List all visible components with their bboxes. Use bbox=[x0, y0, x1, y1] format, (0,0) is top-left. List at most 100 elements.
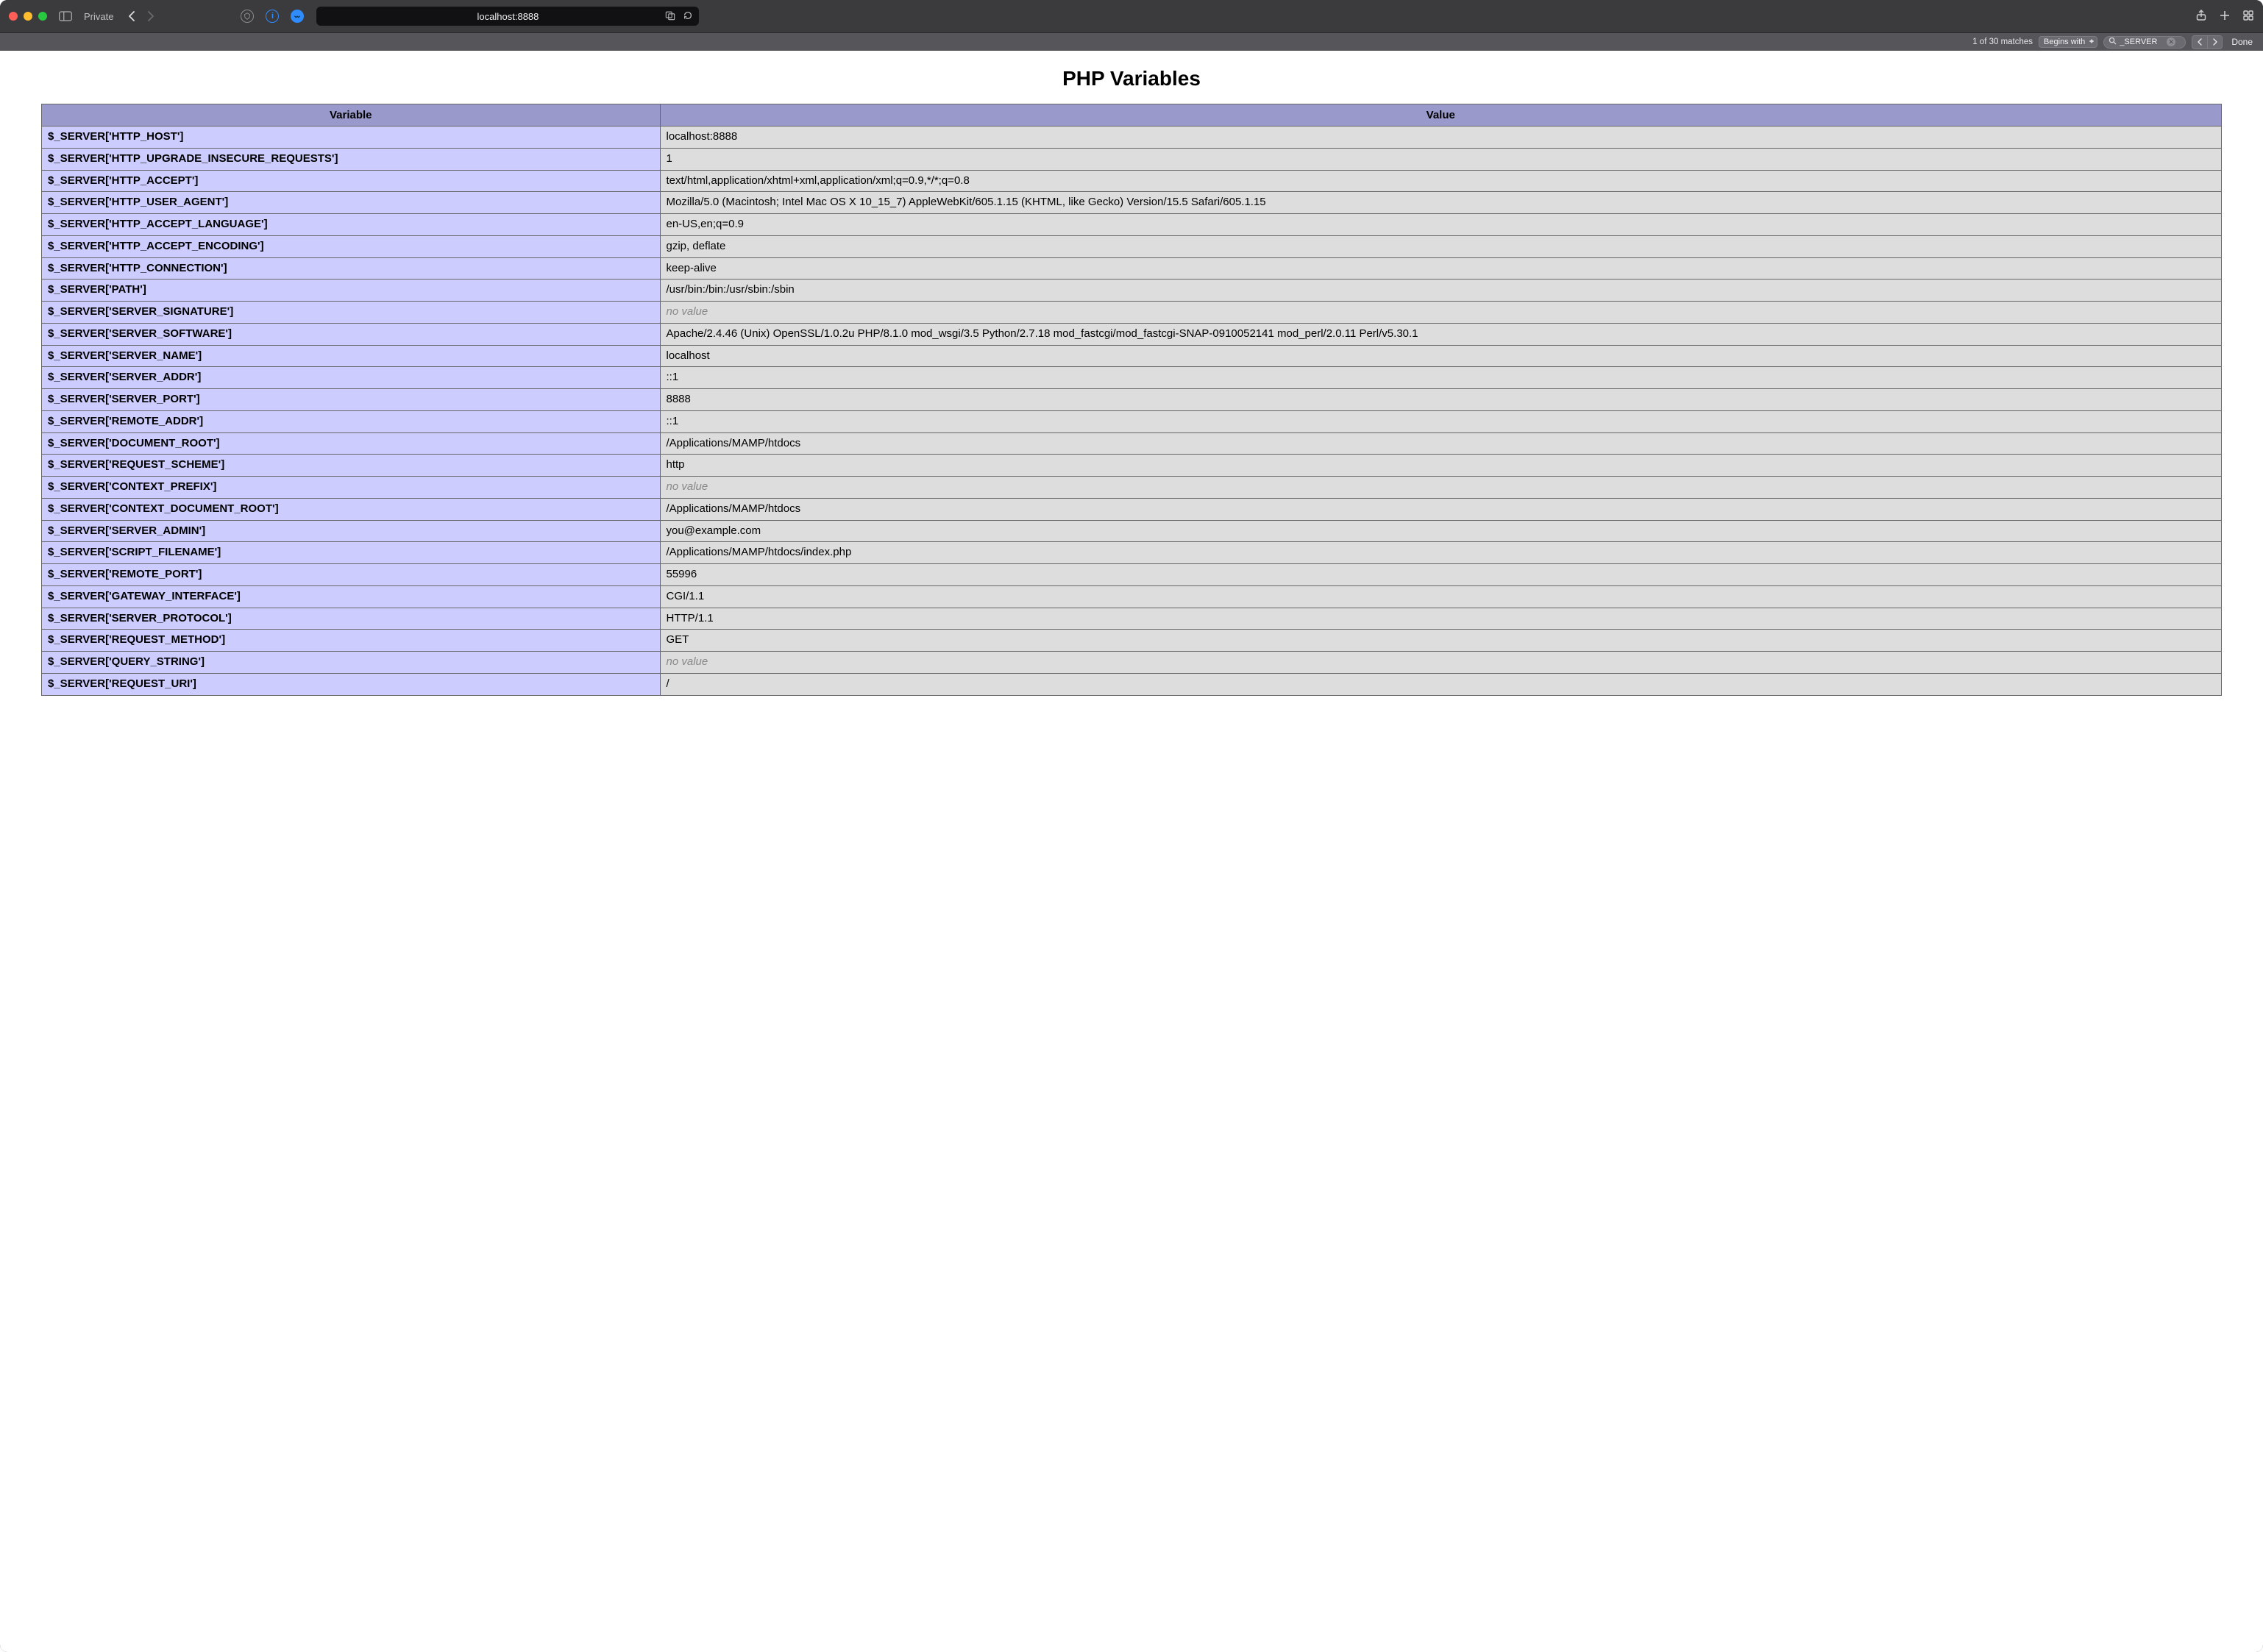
new-tab-button[interactable] bbox=[2219, 10, 2231, 24]
variable-name: $_SERVER['SERVER_SOFTWARE'] bbox=[42, 323, 661, 345]
no-value-text: no value bbox=[667, 655, 708, 668]
find-mode-select[interactable]: Begins with bbox=[2039, 36, 2097, 48]
variable-name: $_SERVER['SERVER_ADDR'] bbox=[42, 367, 661, 389]
variable-name: $_SERVER['CONTEXT_DOCUMENT_ROOT'] bbox=[42, 498, 661, 520]
table-row: $_SERVER['SERVER_ADDR']::1 bbox=[42, 367, 2222, 389]
table-row: $_SERVER['SERVER_SIGNATURE'] no value bbox=[42, 302, 2222, 324]
variable-name: $_SERVER['CONTEXT_PREFIX'] bbox=[42, 477, 661, 499]
variable-name: $_SERVER['HTTP_HOST'] bbox=[42, 127, 661, 149]
search-icon bbox=[2109, 37, 2117, 47]
variable-value: ::1 bbox=[660, 367, 2222, 389]
sidebar-toggle-button[interactable] bbox=[54, 8, 77, 24]
window-controls bbox=[9, 12, 47, 21]
variable-name: $_SERVER['HTTP_CONNECTION'] bbox=[42, 257, 661, 280]
table-row: $_SERVER['SERVER_PORT']8888 bbox=[42, 389, 2222, 411]
close-window-button[interactable] bbox=[9, 12, 18, 21]
table-row: $_SERVER['HTTP_ACCEPT_ENCODING']gzip, de… bbox=[42, 235, 2222, 257]
find-bar: 1 of 30 matches Begins with ✕ Done bbox=[0, 32, 2263, 51]
zoom-window-button[interactable] bbox=[38, 12, 47, 21]
variable-value: /Applications/MAMP/htdocs bbox=[660, 498, 2222, 520]
table-row: $_SERVER['GATEWAY_INTERFACE']CGI/1.1 bbox=[42, 585, 2222, 608]
variable-value: /Applications/MAMP/htdocs bbox=[660, 432, 2222, 455]
variable-name: $_SERVER['REMOTE_ADDR'] bbox=[42, 410, 661, 432]
table-row: $_SERVER['REMOTE_PORT']55996 bbox=[42, 564, 2222, 586]
clear-search-button[interactable]: ✕ bbox=[2167, 38, 2175, 46]
variable-value: Mozilla/5.0 (Macintosh; Intel Mac OS X 1… bbox=[660, 192, 2222, 214]
table-row: $_SERVER['HTTP_USER_AGENT']Mozilla/5.0 (… bbox=[42, 192, 2222, 214]
find-match-count: 1 of 30 matches bbox=[1972, 38, 2033, 46]
variable-name: $_SERVER['SERVER_NAME'] bbox=[42, 345, 661, 367]
variable-value: gzip, deflate bbox=[660, 235, 2222, 257]
variable-value: HTTP/1.1 bbox=[660, 608, 2222, 630]
find-mode-label: Begins with bbox=[2044, 38, 2085, 46]
address-bar[interactable]: localhost:8888 bbox=[316, 7, 699, 26]
table-row: $_SERVER['DOCUMENT_ROOT']/Applications/M… bbox=[42, 432, 2222, 455]
find-search-field[interactable]: ✕ bbox=[2103, 36, 2186, 49]
variable-value: CGI/1.1 bbox=[660, 585, 2222, 608]
variable-value: localhost bbox=[660, 345, 2222, 367]
reader-translate-icon[interactable] bbox=[665, 10, 675, 23]
variable-value: you@example.com bbox=[660, 520, 2222, 542]
tab-overview-button[interactable] bbox=[2242, 10, 2254, 24]
variable-name: $_SERVER['SERVER_PROTOCOL'] bbox=[42, 608, 661, 630]
table-row: $_SERVER['HTTP_ACCEPT_LANGUAGE']en-US,en… bbox=[42, 214, 2222, 236]
page-viewport[interactable]: PHP Variables Variable Value $_SERVER['H… bbox=[0, 51, 2263, 1652]
variable-name: $_SERVER['SERVER_SIGNATURE'] bbox=[42, 302, 661, 324]
find-input[interactable] bbox=[2120, 38, 2164, 46]
table-row: $_SERVER['HTTP_HOST']localhost:8888 bbox=[42, 127, 2222, 149]
table-row: $_SERVER['PATH']/usr/bin:/bin:/usr/sbin:… bbox=[42, 280, 2222, 302]
variable-value: no value bbox=[660, 652, 2222, 674]
table-row: $_SERVER['HTTP_UPGRADE_INSECURE_REQUESTS… bbox=[42, 148, 2222, 170]
table-row: $_SERVER['REQUEST_URI']/ bbox=[42, 673, 2222, 695]
variable-value: 8888 bbox=[660, 389, 2222, 411]
variable-value: en-US,en;q=0.9 bbox=[660, 214, 2222, 236]
table-row: $_SERVER['SERVER_PROTOCOL']HTTP/1.1 bbox=[42, 608, 2222, 630]
table-row: $_SERVER['CONTEXT_PREFIX'] no value bbox=[42, 477, 2222, 499]
table-row: $_SERVER['HTTP_ACCEPT']text/html,applica… bbox=[42, 170, 2222, 192]
share-button[interactable] bbox=[2195, 10, 2207, 24]
variable-name: $_SERVER['HTTP_USER_AGENT'] bbox=[42, 192, 661, 214]
variable-value: GET bbox=[660, 630, 2222, 652]
variable-name: $_SERVER['GATEWAY_INTERFACE'] bbox=[42, 585, 661, 608]
variable-value: keep-alive bbox=[660, 257, 2222, 280]
back-button[interactable] bbox=[124, 8, 140, 24]
variable-value: /Applications/MAMP/htdocs/index.php bbox=[660, 542, 2222, 564]
no-value-text: no value bbox=[667, 305, 708, 318]
variable-value: text/html,application/xhtml+xml,applicat… bbox=[660, 170, 2222, 192]
find-prev-next bbox=[2192, 35, 2223, 49]
variable-name: $_SERVER['REQUEST_SCHEME'] bbox=[42, 455, 661, 477]
privacy-report-icon[interactable] bbox=[238, 7, 256, 25]
variable-value: Apache/2.4.46 (Unix) OpenSSL/1.0.2u PHP/… bbox=[660, 323, 2222, 345]
table-row: $_SERVER['REQUEST_METHOD']GET bbox=[42, 630, 2222, 652]
reload-button[interactable] bbox=[683, 10, 693, 23]
variable-value: / bbox=[660, 673, 2222, 695]
variable-name: $_SERVER['REMOTE_PORT'] bbox=[42, 564, 661, 586]
find-done-button[interactable]: Done bbox=[2228, 37, 2256, 47]
minimize-window-button[interactable] bbox=[24, 12, 32, 21]
find-next-button[interactable] bbox=[2207, 36, 2222, 49]
address-text: localhost:8888 bbox=[477, 11, 539, 22]
forward-button[interactable] bbox=[143, 8, 159, 24]
variable-name: $_SERVER['DOCUMENT_ROOT'] bbox=[42, 432, 661, 455]
private-mode-label: Private bbox=[84, 11, 113, 22]
variable-value: ::1 bbox=[660, 410, 2222, 432]
no-value-text: no value bbox=[667, 480, 708, 493]
table-row: $_SERVER['SERVER_NAME']localhost bbox=[42, 345, 2222, 367]
column-header-value: Value bbox=[660, 104, 2222, 127]
variable-name: $_SERVER['HTTP_ACCEPT_LANGUAGE'] bbox=[42, 214, 661, 236]
variable-name: $_SERVER['REQUEST_URI'] bbox=[42, 673, 661, 695]
variable-name: $_SERVER['SERVER_ADMIN'] bbox=[42, 520, 661, 542]
find-prev-button[interactable] bbox=[2192, 36, 2207, 49]
variable-name: $_SERVER['REQUEST_METHOD'] bbox=[42, 630, 661, 652]
tracker-info-icon[interactable]: i bbox=[263, 7, 281, 25]
table-row: $_SERVER['REMOTE_ADDR']::1 bbox=[42, 410, 2222, 432]
variable-value: no value bbox=[660, 302, 2222, 324]
column-header-variable: Variable bbox=[42, 104, 661, 127]
table-row: $_SERVER['REQUEST_SCHEME']http bbox=[42, 455, 2222, 477]
variable-value: no value bbox=[660, 477, 2222, 499]
page-title: PHP Variables bbox=[41, 67, 2222, 90]
variable-name: $_SERVER['QUERY_STRING'] bbox=[42, 652, 661, 674]
browser-toolbar: Private i localhost:8888 bbox=[0, 0, 2263, 32]
private-browsing-icon[interactable] bbox=[288, 7, 306, 25]
table-row: $_SERVER['SCRIPT_FILENAME']/Applications… bbox=[42, 542, 2222, 564]
